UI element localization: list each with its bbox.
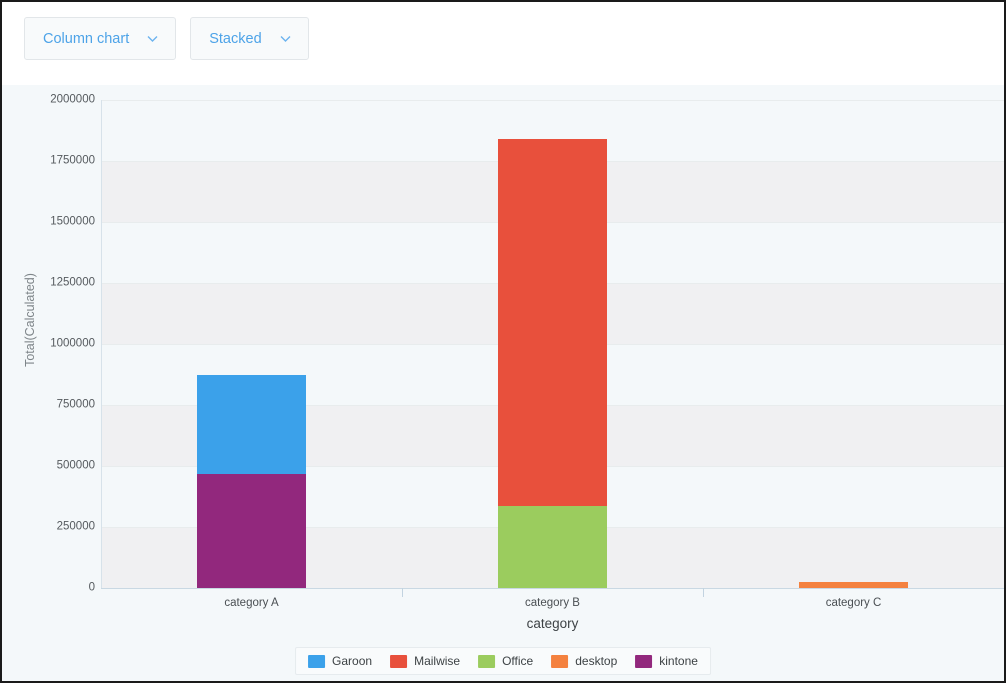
legend-item[interactable]: kintone	[635, 654, 698, 668]
legend-swatch	[551, 655, 568, 668]
legend-item[interactable]: Garoon	[308, 654, 372, 668]
chart-type-dropdown[interactable]: Column chart	[24, 17, 176, 60]
y-tick-label: 750000	[7, 399, 95, 411]
y-tick-label: 1000000	[7, 338, 95, 350]
y-axis-title: Total(Calculated)	[23, 240, 37, 400]
legend-item[interactable]: Mailwise	[390, 654, 460, 668]
legend-swatch	[390, 655, 407, 668]
category-separator	[703, 588, 704, 597]
chart-type-label: Column chart	[43, 31, 129, 47]
legend-label: Office	[502, 654, 533, 668]
stack-mode-dropdown[interactable]: Stacked	[190, 17, 308, 60]
chart-toolbar: Column chart Stacked	[2, 2, 1004, 85]
bar-segment[interactable]	[799, 582, 908, 588]
y-axis-line	[101, 100, 102, 588]
chart-legend: Garoon Mailwise Office desktop kintone	[295, 647, 711, 675]
y-tick-label: 2000000	[7, 94, 95, 106]
legend-label: kintone	[659, 654, 698, 668]
chart-canvas: 2000000 1750000 1500000 1250000 1000000 75000…	[2, 85, 1004, 681]
x-axis-title: category	[101, 616, 1004, 631]
legend-swatch	[308, 655, 325, 668]
x-tick-label: category A	[172, 597, 332, 609]
y-tick-label: 500000	[7, 460, 95, 472]
legend-label: desktop	[575, 654, 617, 668]
stack-mode-label: Stacked	[209, 31, 261, 47]
x-tick-label: category C	[774, 597, 934, 609]
y-axis-ticks: 2000000 1750000 1500000 1250000 1000000 75000…	[2, 85, 95, 605]
legend-label: Garoon	[332, 654, 372, 668]
bar-segment[interactable]	[498, 139, 607, 506]
y-tick-label: 1500000	[7, 216, 95, 228]
chevron-down-icon	[278, 31, 293, 46]
y-tick-label: 250000	[7, 521, 95, 533]
legend-label: Mailwise	[414, 654, 460, 668]
legend-swatch	[478, 655, 495, 668]
x-tick-label: category B	[473, 597, 633, 609]
y-tick-label: 1250000	[7, 277, 95, 289]
chart-widget: Column chart Stacked 2000000 1750000 15000…	[0, 0, 1006, 683]
category-separator	[402, 588, 403, 597]
y-tick-label: 1750000	[7, 155, 95, 167]
bar-segment[interactable]	[197, 474, 306, 588]
x-axis-line	[101, 588, 1004, 589]
legend-item[interactable]: desktop	[551, 654, 617, 668]
bar-segment[interactable]	[498, 506, 607, 588]
legend-item[interactable]: Office	[478, 654, 533, 668]
bar-segment[interactable]	[197, 375, 306, 474]
gridline	[101, 100, 1004, 101]
legend-swatch	[635, 655, 652, 668]
chevron-down-icon	[145, 31, 160, 46]
y-tick-label: 0	[7, 582, 95, 594]
